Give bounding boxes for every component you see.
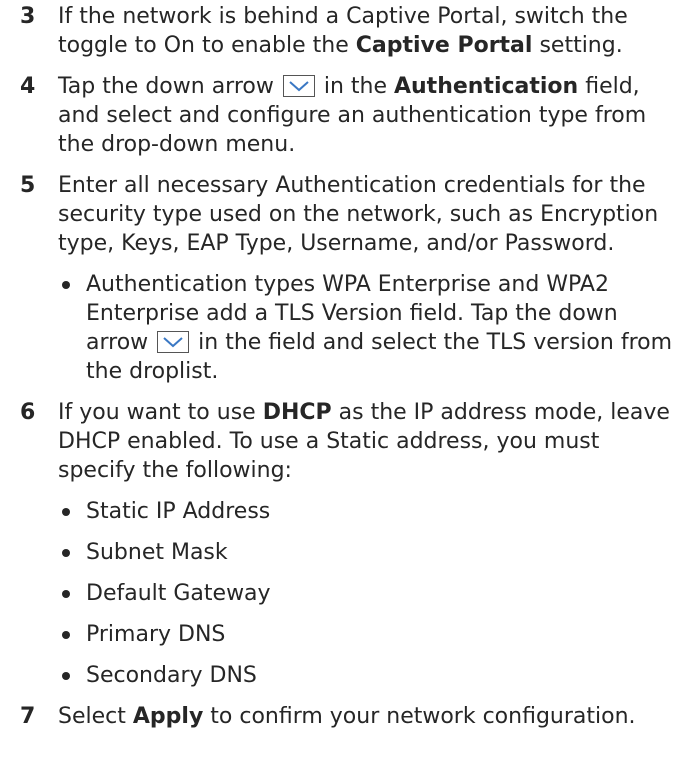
step-text-part: to confirm your network configuration. xyxy=(203,704,636,729)
chevron-down-icon xyxy=(157,331,190,353)
list-item-label: Primary DNS xyxy=(86,622,226,647)
list-item-label: Secondary DNS xyxy=(86,663,257,688)
step-6: 6 If you want to use DHCP as the IP addr… xyxy=(0,398,687,690)
list-item: Authentication types WPA Enterprise and … xyxy=(58,270,679,386)
ui-term-authentication: Authentication xyxy=(393,74,579,99)
step-text-part: in the xyxy=(316,74,394,99)
step-text: Tap the down arrow in the Authentication… xyxy=(58,72,679,159)
step-4: 4 Tap the down arrow in the Authenticati… xyxy=(0,72,687,159)
step-3: 3 If the network is behind a Captive Por… xyxy=(0,2,687,60)
step-5: 5 Enter all necessary Authentication cre… xyxy=(0,171,687,386)
ui-term-captive-portal: Captive Portal xyxy=(355,33,533,58)
step-text-part: Select xyxy=(58,704,133,729)
step-text-part: setting. xyxy=(532,33,623,58)
bullet-dot xyxy=(62,508,70,516)
step-7: 7 Select Apply to confirm your network c… xyxy=(0,702,687,731)
bullet-dot xyxy=(62,590,70,598)
list-item: Default Gateway xyxy=(58,579,679,608)
step-number: 5 xyxy=(20,173,36,198)
list-item: Primary DNS xyxy=(58,620,679,649)
step-text: If the network is behind a Captive Porta… xyxy=(58,2,679,60)
list-item: Secondary DNS xyxy=(58,661,679,690)
step-text: Enter all necessary Authentication crede… xyxy=(58,173,659,256)
step-number: 4 xyxy=(20,74,36,99)
ui-term-apply: Apply xyxy=(132,704,204,729)
step-number: 7 xyxy=(20,704,36,729)
bullet-list: Authentication types WPA Enterprise and … xyxy=(58,270,679,386)
step-text: Select Apply to confirm your network con… xyxy=(58,702,679,731)
bullet-dot xyxy=(62,672,70,680)
list-item-label: Subnet Mask xyxy=(86,540,228,565)
bullet-list: Static IP Address Subnet Mask Default Ga… xyxy=(58,497,679,690)
bullet-dot xyxy=(62,549,70,557)
step-text: If you want to use DHCP as the IP addres… xyxy=(58,398,679,485)
list-item-label: Default Gateway xyxy=(86,581,271,606)
step-text-part: Tap the down arrow xyxy=(58,74,281,99)
instruction-document: 3 If the network is behind a Captive Por… xyxy=(0,0,687,731)
chevron-down-icon xyxy=(282,75,315,97)
list-item: Static IP Address xyxy=(58,497,679,526)
list-item: Subnet Mask xyxy=(58,538,679,567)
step-number: 3 xyxy=(20,4,36,29)
bullet-dot xyxy=(62,631,70,639)
ui-term-dhcp: DHCP xyxy=(262,400,332,425)
list-item-label: Static IP Address xyxy=(86,499,271,524)
bullet-dot xyxy=(62,281,70,289)
step-number: 6 xyxy=(20,400,36,425)
step-text-part: If you want to use xyxy=(58,400,263,425)
